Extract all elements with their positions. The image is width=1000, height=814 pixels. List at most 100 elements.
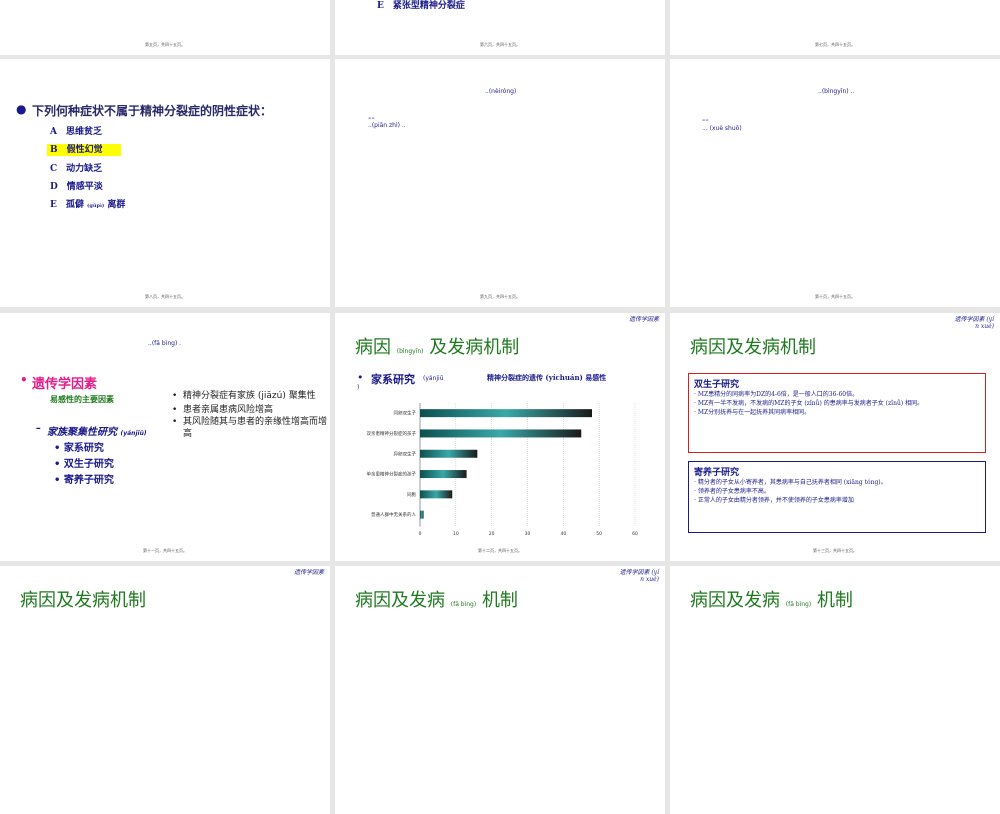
bar-chart: 0 10 20 30 40 50 60 同卵双生子双亲患精神分裂症的孩子异卵双生子单亲患精神分… xyxy=(367,403,638,537)
research-title: 家族聚集性研究 (yánjiū) xyxy=(47,423,147,438)
bar xyxy=(420,510,424,519)
option-b[interactable]: B 假性幻觉 xyxy=(47,142,121,156)
adopt-item-text: 精分者的子女从小寄养者，其患病率与自己抚养者相同 (xiāng tóng)。 xyxy=(697,479,887,486)
ruby-line: ..(nèiróng) xyxy=(485,88,517,95)
adoption-study-box: 寄养子研究 · 精分者的子女从小寄养者，其患病率与自己抚养者相同 (xiāng … xyxy=(688,461,986,533)
option-e-after: 离群 xyxy=(107,200,126,210)
right-item: • 精神分裂症有家族 (jiāzú) 聚集性 xyxy=(172,391,316,401)
x-tick-label: 10 xyxy=(453,531,459,537)
bullet-close: ) xyxy=(357,384,360,391)
title-rest: 机制 xyxy=(816,590,853,611)
tag-line: 遗传学因素 (yí xyxy=(619,569,659,576)
slide-footer: 第八页，共四十五页。 xyxy=(145,294,185,299)
slide-footer: 第七页，共四十五页。 xyxy=(815,42,855,47)
ruby-line: ..(bìngyīn) .. xyxy=(818,88,855,95)
research-item-text: 寄养子研究 xyxy=(63,475,114,486)
bar xyxy=(420,449,478,458)
slide-5[interactable]: 第五页，共四十五页。 xyxy=(0,0,330,55)
slide-title: 病因及发病机制 xyxy=(20,590,146,611)
category-label: 普通人群中无关系的人 xyxy=(371,511,416,518)
x-tick-label: 20 xyxy=(489,531,495,537)
slide-footer: 第六页，共四十五页。 xyxy=(480,42,520,47)
option-d[interactable]: D 情感平淡 xyxy=(50,179,103,192)
slide-footer: 第十二页，共四十五页。 xyxy=(478,548,522,553)
slide-11[interactable]: ..(fā bìng) . • 遗传学因素 易感性的主要因素 – 家族聚集性研究… xyxy=(0,313,330,561)
twin-study-item: · MZ分别抚养与在一起抚养其同病率相同。 xyxy=(694,409,811,416)
title-ruby: (fā bìng) xyxy=(785,601,812,608)
tag-line: 遗传学因素 (yí xyxy=(954,316,994,323)
tag-line: n xué) xyxy=(975,323,994,330)
twin-item-text: MZ分别抚养与在一起抚养其同病率相同。 xyxy=(697,409,811,416)
slide-title: 病因及发病机制 xyxy=(690,337,816,358)
slide-15[interactable]: 遗传学因素 (yí n xué) 病因及发病 (fā bìng) 机制 xyxy=(335,566,665,814)
title-ruby: (bìngyīn) xyxy=(396,348,424,355)
slide-footer: 第十一页，共四十五页。 xyxy=(143,548,187,553)
x-tick-label: 30 xyxy=(525,531,531,537)
title-rest: 及发病机制 xyxy=(429,337,520,358)
option-e: E 紧张型精神分裂症 xyxy=(377,1,465,11)
bullet-dot: • xyxy=(357,371,364,384)
adoption-study-item: · 正常人的子女由精分者领养，并不使领养的子女患病率增加 xyxy=(694,497,854,504)
bar xyxy=(420,409,592,418)
slide-tag: 遗传学因素 xyxy=(293,569,324,576)
twin-item-text: MZ患精分的同病率为DZ的4-6倍，是一般人口的36-60倍。 xyxy=(697,391,859,398)
bullet-ruby: (yánjiū xyxy=(423,375,444,382)
slide-footer: 第九页，共四十五页。 xyxy=(480,294,520,299)
category-label: 单亲患精神分裂症的孩子 xyxy=(367,471,417,478)
research-item: • 寄养子研究 xyxy=(54,475,114,486)
slide-6[interactable]: E 紧张型精神分裂症 第六页，共四十五页。 xyxy=(335,0,665,55)
ruby-line: ... (xuè shuō) xyxy=(702,125,742,132)
twin-item-text: MZ有一半不发病，不发病的MZ的子女 (zǐnǚ) 的患病率与发病者子女 (zǐ… xyxy=(697,400,924,407)
option-e-text: E 孤僻 xyxy=(50,200,84,210)
ruby-line: ..(fā bìng) . xyxy=(148,340,182,347)
category-label: 异卵双生子 xyxy=(394,450,417,457)
title-rest: 机制 xyxy=(481,590,518,611)
option-c[interactable]: C 动力缺乏 xyxy=(50,161,102,174)
category-label: 双亲患精神分裂症的孩子 xyxy=(367,430,417,437)
slide-7[interactable]: 第七页，共四十五页。 xyxy=(670,0,1000,55)
twin-study-item: · MZ有一半不发病，不发病的MZ的子女 (zǐnǚ) 的患病率与发病者子女 (… xyxy=(694,400,924,407)
x-tick-label: 50 xyxy=(596,531,602,537)
option-e-ruby: (gūpì) xyxy=(87,203,105,209)
title-text: 病因 xyxy=(355,337,391,358)
title-text: 病因及发病 xyxy=(355,590,445,611)
slide-title: 病因及发病 (fā bìng) 机制 xyxy=(690,586,853,612)
bullet-desc: 精神分裂症的遗传 (yíchuán) 易感性 xyxy=(487,373,607,382)
slide-footer: 第十三页，共四十五页。 xyxy=(813,548,857,553)
option-b-highlight: B 假性幻觉 xyxy=(47,144,121,156)
bullet-text: 家系研究 xyxy=(371,373,415,386)
adoption-study-title: 寄养子研究 xyxy=(694,468,740,478)
bar xyxy=(420,429,582,438)
title-ruby: (fā bìng) xyxy=(450,601,477,608)
slide-tag: 遗传学因素 (yí n xué) xyxy=(954,316,994,330)
slide-footer: 第五页，共四十五页。 xyxy=(145,42,185,47)
category-label: 同胞 xyxy=(407,491,416,498)
slide-13[interactable]: 遗传学因素 (yí n xué) 病因及发病机制 双生子研究 · MZ患精分的同病… xyxy=(670,313,1000,561)
right-item: • 患者亲属患病风险增高 xyxy=(172,405,274,415)
right-item-text: 患者亲属患病风险增高 xyxy=(183,405,274,415)
heading: 遗传学因素 xyxy=(32,377,98,392)
adoption-study-item: · 精分者的子女从小寄养者，其患病率与自己抚养者相同 (xiāng tóng)。 xyxy=(694,479,887,486)
research-ruby: (yánjiū) xyxy=(120,430,147,437)
slide-12[interactable]: 遗传学因素 病因 (bìngyīn) 及发病机制 • 家系研究 (yánjiū … xyxy=(335,313,665,561)
small-mark: == xyxy=(368,115,375,120)
tag-line: n xué) xyxy=(640,576,659,583)
slide-8[interactable]: ● 下列何种症状不属于精神分裂症的阴性症状： A 思维贫乏 B 假性幻觉 C 动… xyxy=(0,59,330,307)
x-tick-label: 40 xyxy=(560,531,566,537)
research-item: • 双生子研究 xyxy=(54,459,114,470)
slide-title: 病因 (bìngyīn) 及发病机制 xyxy=(355,333,519,359)
subheading: 易感性的主要因素 xyxy=(50,395,114,404)
slide-10[interactable]: ..(bìngyīn) .. == ... (xuè shuō) 第十页，共四十… xyxy=(670,59,1000,307)
bar xyxy=(420,470,467,479)
slide-16[interactable]: 病因及发病 (fā bìng) 机制 xyxy=(670,566,1000,814)
slide-14[interactable]: 遗传学因素 病因及发病机制 xyxy=(0,566,330,814)
right-item-text: 精神分裂症有家族 (jiāzú) 聚集性 xyxy=(183,391,316,401)
research-dash: – xyxy=(36,423,41,434)
x-tick-label: 60 xyxy=(632,531,638,537)
slide-tag: 遗传学因素 (yí n xué) xyxy=(619,569,659,583)
slide-9[interactable]: ..(nèiróng) == ..(piān zhì) .. 第九页，共四十五页… xyxy=(335,59,665,307)
option-a[interactable]: A 思维贫乏 xyxy=(50,124,102,137)
twin-study-item: · MZ患精分的同病率为DZ的4-6倍，是一般人口的36-60倍。 xyxy=(694,391,859,398)
option-e[interactable]: E 孤僻 (gūpì) 离群 xyxy=(50,197,125,210)
adopt-item-text: 正常人的子女由精分者领养，并不使领养的子女患病率增加 xyxy=(697,497,854,504)
